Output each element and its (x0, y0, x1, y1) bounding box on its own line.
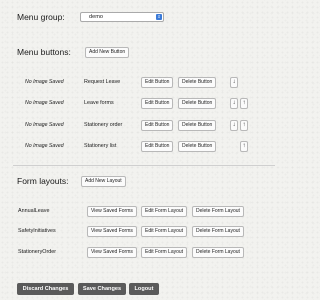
edit-button[interactable]: Edit Button (141, 120, 174, 131)
delete-button[interactable]: Delete Button (178, 77, 217, 88)
form-layout-name: StationeryOrder (18, 249, 57, 255)
menu-group-select[interactable]: demo ⇕ (80, 12, 164, 22)
move-down-button[interactable]: ↓ (230, 77, 238, 88)
edit-form-layout-button[interactable]: Edit Form Layout (141, 247, 188, 258)
view-saved-forms-button[interactable]: View Saved Forms (87, 226, 137, 237)
menu-buttons-heading: Menu buttons: (17, 47, 71, 57)
arrow-up-icon: ↑ (242, 100, 246, 106)
form-layout-name: AnnualLeave (18, 208, 50, 214)
add-new-button[interactable]: Add New Button (85, 47, 130, 58)
arrow-down-icon: ↓ (232, 100, 236, 106)
menu-button-name: Request Leave (84, 79, 121, 85)
arrow-up-icon: ↑ (242, 122, 246, 128)
button-image-placeholder: No Image Saved (25, 122, 64, 128)
edit-button[interactable]: Edit Button (141, 98, 174, 109)
edit-form-layout-button[interactable]: Edit Form Layout (141, 206, 188, 217)
button-image-placeholder: No Image Saved (25, 100, 64, 106)
menu-button-name: Stationery order (84, 122, 123, 128)
edit-button[interactable]: Edit Button (141, 77, 174, 88)
button-image-placeholder: No Image Saved (25, 79, 64, 85)
menu-button-name: Leave forms (84, 100, 114, 106)
arrow-down-icon: ↓ (232, 79, 236, 85)
menu-group-label: Menu group: (17, 12, 65, 22)
logout-button[interactable]: Logout (129, 283, 159, 295)
view-saved-forms-button[interactable]: View Saved Forms (87, 206, 137, 217)
move-down-button[interactable]: ↓ (230, 98, 238, 109)
edit-button[interactable]: Edit Button (141, 141, 174, 152)
view-saved-forms-button[interactable]: View Saved Forms (87, 247, 137, 258)
menu-group-selected-value: demo (89, 14, 103, 20)
move-up-button[interactable]: ↑ (240, 141, 248, 152)
arrow-down-icon: ↓ (232, 122, 236, 128)
delete-button[interactable]: Delete Button (178, 120, 217, 131)
arrow-up-icon: ↑ (242, 143, 246, 149)
edit-form-layout-button[interactable]: Edit Form Layout (141, 226, 188, 237)
discard-changes-button[interactable]: Discard Changes (17, 283, 74, 295)
move-up-button[interactable]: ↑ (240, 120, 248, 131)
move-up-button[interactable]: ↑ (240, 98, 248, 109)
delete-form-layout-button[interactable]: Delete Form Layout (192, 247, 244, 258)
delete-button[interactable]: Delete Button (178, 141, 217, 152)
move-down-button[interactable]: ↓ (230, 120, 238, 131)
delete-form-layout-button[interactable]: Delete Form Layout (192, 206, 244, 217)
delete-form-layout-button[interactable]: Delete Form Layout (192, 226, 244, 237)
save-changes-button[interactable]: Save Changes (78, 283, 126, 295)
form-layouts-heading: Form layouts: (17, 176, 69, 186)
section-divider (13, 165, 275, 166)
select-arrows-icon: ⇕ (156, 14, 162, 20)
delete-button[interactable]: Delete Button (178, 98, 217, 109)
menu-button-name: Stationery list (84, 143, 117, 149)
form-layout-name: SafetyInitiatives (18, 228, 56, 234)
add-new-layout-button[interactable]: Add New Layout (81, 176, 126, 187)
button-image-placeholder: No Image Saved (25, 143, 64, 149)
